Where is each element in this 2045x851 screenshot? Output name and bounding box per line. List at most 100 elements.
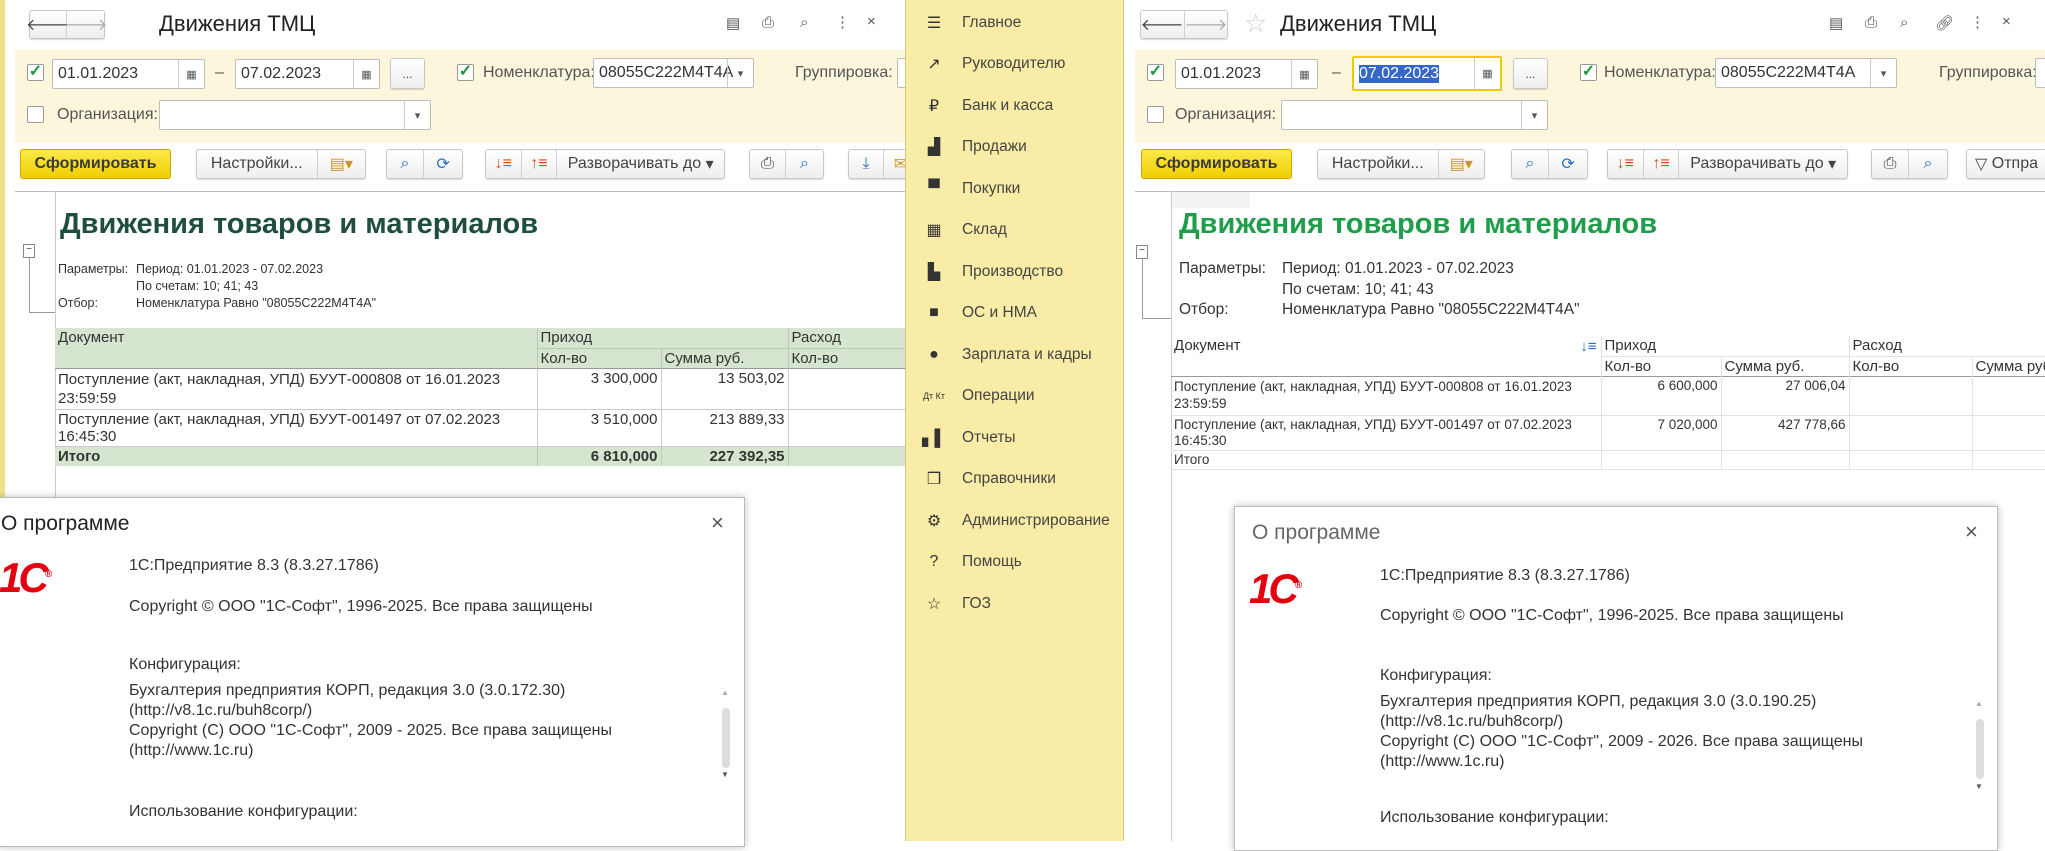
sidebar-item-administration[interactable]: ⚙ Администрирование <box>906 506 1125 536</box>
favorite-star-icon[interactable]: ☆ <box>1244 8 1267 39</box>
sidebar-item-fixed-assets[interactable]: ■ ОС и НМА <box>906 298 1125 328</box>
date-from-field[interactable]: 01.01.2023 ▦ <box>1175 59 1318 89</box>
print-icon[interactable]: ⎙ <box>1865 14 1877 31</box>
print-icon[interactable]: ⎙ <box>762 14 774 31</box>
sidebar-item-warehouse[interactable]: ▦ Склад <box>906 215 1125 245</box>
organization-field[interactable]: ▾ <box>159 100 431 130</box>
row-document[interactable]: Поступление (акт, накладная, УПД) БУУТ-0… <box>1174 417 1572 432</box>
expand-all-icon[interactable]: ↑≡ <box>1644 150 1680 178</box>
close-icon[interactable]: × <box>711 510 724 536</box>
close-icon[interactable]: × <box>2002 13 2011 30</box>
nomenclature-checkbox[interactable]: ✓ <box>1580 64 1597 81</box>
generate-button[interactable]: Сформировать <box>1141 149 1292 179</box>
expand-all-icon[interactable]: ↑≡ <box>522 150 558 178</box>
sidebar-item-salary[interactable]: ● Зарплата и кадры <box>906 340 1125 370</box>
organization-checkbox[interactable] <box>27 106 44 123</box>
preview-icon[interactable]: ⌕ <box>1900 14 1908 31</box>
expand-to-button[interactable]: Разворачивать до ▾ <box>1679 150 1847 178</box>
settings-button[interactable]: Настройки... <box>1318 150 1439 178</box>
date-to-field[interactable]: 07.02.2023 ▦ <box>1352 56 1502 91</box>
period-select-button[interactable]: ... <box>1513 58 1548 89</box>
save-icon[interactable]: ▤ <box>1829 14 1843 32</box>
nomenclature-field[interactable]: 08055C222M4T4A ▾ <box>1715 58 1897 88</box>
sidebar-item-main[interactable]: ☰ Главное <box>906 8 1125 38</box>
expand-to-button[interactable]: Разворачивать до ▾ <box>557 150 724 178</box>
nomenclature-checkbox[interactable]: ✓ <box>457 64 474 81</box>
search-icon[interactable]: ⌕ <box>1512 150 1550 178</box>
scroll-up-icon[interactable]: ▲ <box>721 688 729 697</box>
scroll-down-icon[interactable]: ▼ <box>1975 782 1983 791</box>
sidebar-item-reports[interactable]: ▖▌ Отчеты <box>906 423 1125 453</box>
sidebar-item-sales[interactable]: ▟ Продажи <box>906 132 1125 162</box>
organization-checkbox[interactable] <box>1147 106 1164 123</box>
back-button[interactable]: 🡐 <box>1141 11 1185 38</box>
dropdown-icon[interactable]: ▾ <box>727 59 753 87</box>
dialog-title: О программе <box>1252 521 1381 544</box>
calendar-icon[interactable]: ▦ <box>1291 60 1317 88</box>
sort-icon[interactable]: ↓≡ <box>1580 338 1596 355</box>
preview-icon[interactable]: ⌕ <box>800 14 808 31</box>
close-icon[interactable]: × <box>867 13 876 30</box>
collapse-all-icon[interactable]: ↓≡ <box>1608 150 1644 178</box>
search-icon[interactable]: ⌕ <box>387 150 425 178</box>
scrollbar[interactable] <box>1976 719 1984 779</box>
row-document[interactable]: Поступление (акт, накладная, УПД) БУУТ-0… <box>58 371 500 388</box>
generate-button[interactable]: Сформировать <box>20 149 171 179</box>
send-button[interactable]: ▽ Отпра <box>1966 149 2045 179</box>
period-checkbox[interactable]: ✓ <box>27 64 44 81</box>
calendar-icon[interactable]: ▦ <box>353 60 379 88</box>
period-checkbox[interactable]: ✓ <box>1147 64 1164 81</box>
link-icon[interactable]: 🔗︎ <box>1935 14 1954 32</box>
sidebar-item-manager[interactable]: ↗ Руководителю <box>906 49 1125 79</box>
forward-button[interactable]: 🡒 <box>1185 11 1228 38</box>
variants-icon[interactable]: ▤▾ <box>1439 150 1484 178</box>
forward-button[interactable]: 🡒 <box>65 11 108 38</box>
settings-button[interactable]: Настройки... <box>197 150 318 178</box>
table-row[interactable]: Поступление (акт, накладная, УПД) БУУТ-0… <box>55 368 905 409</box>
dropdown-icon[interactable]: ▾ <box>1870 59 1896 87</box>
sidebar-item-production[interactable]: ▙ Производство <box>906 257 1125 287</box>
download-icon[interactable]: ⤓ <box>849 150 884 178</box>
organization-field[interactable]: ▾ <box>1281 100 1548 130</box>
date-from-field[interactable]: 01.01.2023 ▦ <box>52 59 205 89</box>
sidebar-item-operations[interactable]: Дт Кт Операции <box>906 381 1125 411</box>
collapse-toggle[interactable]: − <box>23 244 35 258</box>
dropdown-icon[interactable]: ▾ <box>404 101 430 129</box>
grouping-field[interactable] <box>2035 58 2045 88</box>
date-to-field[interactable]: 07.02.2023 ▦ <box>235 59 380 89</box>
table-row[interactable]: Поступление (акт, накладная, УПД) БУУТ-0… <box>55 409 905 446</box>
print-icon[interactable]: ⎙ <box>750 150 787 178</box>
mail-icon[interactable]: ✉ <box>884 150 905 178</box>
collapse-toggle[interactable]: − <box>1136 245 1148 259</box>
period-select-button[interactable]: ... <box>390 58 425 89</box>
preview-icon[interactable]: ⌕ <box>1909 150 1947 178</box>
nomenclature-field[interactable]: 08055C222M4T4A ▾ <box>593 58 754 88</box>
collapse-all-icon[interactable]: ↓≡ <box>486 150 522 178</box>
print-icon[interactable]: ⎙ <box>1872 150 1910 178</box>
sidebar-item-goz[interactable]: ☆ ГОЗ <box>906 589 1125 619</box>
calendar-icon[interactable]: ▦ <box>1474 58 1500 89</box>
sidebar-item-help[interactable]: ? Помощь <box>906 547 1125 577</box>
sidebar-item-catalogs[interactable]: ❒ Справочники <box>906 464 1125 494</box>
search-reset-icon[interactable]: ⟳ <box>1549 150 1587 178</box>
close-icon[interactable]: × <box>1965 519 1978 545</box>
more-icon[interactable]: ⋮ <box>1970 13 1985 31</box>
sidebar-item-bank[interactable]: ₽ Банк и касса <box>906 91 1125 121</box>
back-button[interactable]: 🡐 <box>26 11 69 38</box>
more-icon[interactable]: ⋮ <box>835 13 850 31</box>
grouping-field[interactable] <box>897 58 905 88</box>
calendar-icon[interactable]: ▦ <box>178 60 204 88</box>
variants-icon[interactable]: ▤▾ <box>318 150 365 178</box>
sidebar-item-purchases[interactable]: ▀ Покупки <box>906 174 1125 204</box>
scroll-down-icon[interactable]: ▼ <box>721 770 729 779</box>
table-row[interactable]: Поступление (акт, накладная, УПД) БУУТ-0… <box>1171 415 2045 450</box>
dropdown-icon[interactable]: ▾ <box>1521 101 1547 129</box>
row-document[interactable]: Поступление (акт, накладная, УПД) БУУТ-0… <box>58 411 500 428</box>
scrollbar[interactable] <box>722 708 730 768</box>
row-document[interactable]: Поступление (акт, накладная, УПД) БУУТ-0… <box>1174 379 1572 394</box>
search-reset-icon[interactable]: ⟳ <box>424 150 462 178</box>
preview-icon[interactable]: ⌕ <box>786 150 823 178</box>
scroll-up-icon[interactable]: ▲ <box>1975 699 1983 708</box>
save-icon[interactable]: ▤ <box>726 14 740 32</box>
table-row[interactable]: Поступление (акт, накладная, УПД) БУУТ-0… <box>1171 376 2045 415</box>
